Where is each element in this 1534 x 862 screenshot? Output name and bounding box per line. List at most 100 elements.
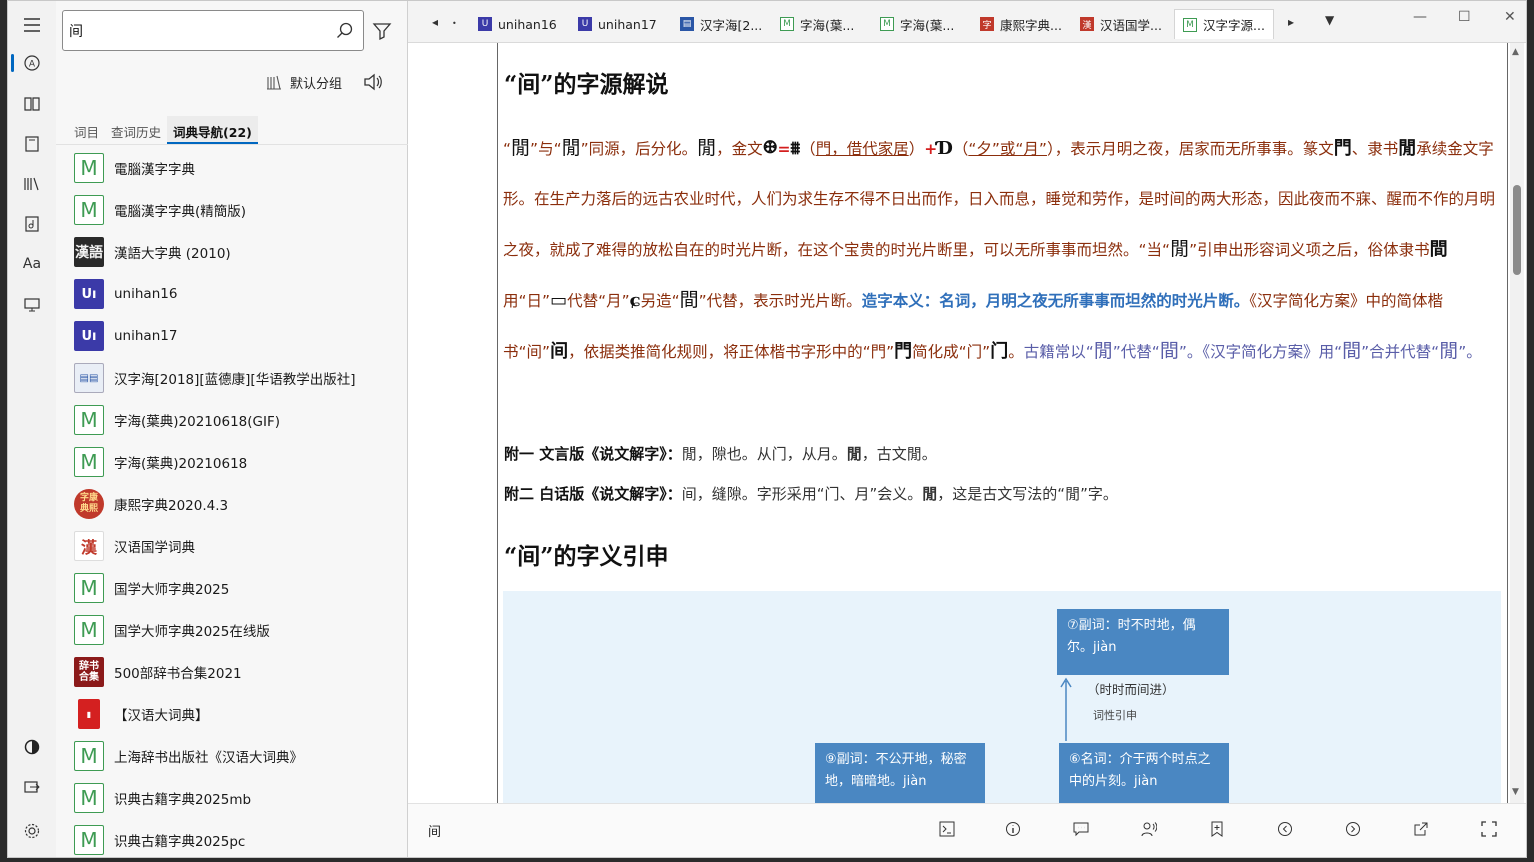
dict-list-item[interactable]: Uı unihan17	[56, 315, 408, 357]
dict-tab[interactable]: M 字海(葉...	[880, 9, 954, 39]
dict-tab[interactable]: Uunihan16	[478, 9, 557, 39]
dict-m-icon: M	[74, 447, 104, 477]
dict-name: 字海(葉典)20210618	[114, 456, 248, 472]
tab-label: 字海(葉...	[800, 17, 855, 33]
close-icon[interactable]: ✕	[1504, 9, 1516, 25]
open-external-icon[interactable]	[1410, 818, 1432, 840]
dict-m-icon: M	[74, 615, 104, 645]
diagram-node-6: ⑥名词：介于两个时点之中的片刻。jiàn	[1059, 743, 1229, 803]
dict-list-item[interactable]: Uı unihan16	[56, 273, 408, 315]
dict-list-item[interactable]: M 字海(葉典)20210618(GIF)	[56, 399, 408, 441]
dict-list-item[interactable]: ▮ 【汉语大词典】	[56, 693, 408, 735]
search-input[interactable]	[69, 19, 329, 43]
dict-list-item[interactable]: M 国学大师字典2025	[56, 567, 408, 609]
unihan-icon: Uı	[74, 321, 104, 351]
dict-list-item[interactable]: M 電腦漢字字典(精簡版)	[56, 189, 408, 231]
dict-list-item[interactable]: M 识典古籍字典2025mb	[56, 777, 408, 819]
search-icon[interactable]	[335, 21, 355, 41]
scroll-up-icon: ▲	[1512, 47, 1519, 57]
screen-capture-icon[interactable]	[16, 289, 48, 321]
dict-list-item[interactable]: ▤▤ 汉字海[2018][蓝德康][华语教学出版社]	[56, 357, 408, 399]
bottom-toolbar: 间	[408, 803, 1526, 857]
moon2-glyph-icon: ɕ	[629, 290, 641, 311]
dictionary-tabbar: ◂ • Uunihan16 Uunihan17 ▤ 汉字海[2... M 字海(葉... M…	[408, 1, 1526, 43]
lookup-icon[interactable]: A	[16, 47, 48, 79]
dict-name: 识典古籍字典2025pc	[114, 834, 246, 850]
unihan-icon: Uı	[74, 279, 104, 309]
previous-icon[interactable]	[1274, 818, 1296, 840]
dict-m-icon: M	[74, 825, 104, 855]
tab-label: 汉字字源...	[1203, 18, 1265, 33]
tab-label: unihan16	[498, 16, 557, 32]
read-aloud-icon[interactable]	[1138, 818, 1160, 840]
meaning-diagram: ⑦副词：时不时地，偶尔。jiàn （时时而间进） 词性引申 ⑨副词：不公开地，秘…	[503, 591, 1501, 803]
seal-glyph-icon: 門	[1333, 138, 1352, 159]
minimize-icon[interactable]: —	[1413, 9, 1427, 25]
men-glyph-icon: ⩩	[790, 138, 801, 159]
content-scrollbar[interactable]: ▲ ▼	[1510, 43, 1524, 803]
app-window: A Aa 间 默认分组 词目 查词历史 词典导航(22) M 電腦漢字字典 M …	[7, 0, 1527, 858]
dict-tab[interactable]: 字康熙字典...	[980, 9, 1062, 39]
dict-list-item[interactable]: M 上海辞书出版社《汉语大词典》	[56, 735, 408, 777]
dict-tab[interactable]: ▤ 汉字海[2...	[680, 9, 762, 39]
comment-icon[interactable]	[1070, 818, 1092, 840]
dict-name: 字海(葉典)20210618(GIF)	[114, 414, 280, 430]
library-icon[interactable]	[16, 168, 48, 200]
dict-name: 電腦漢字字典	[114, 162, 195, 178]
hamburger-menu-icon[interactable]	[16, 9, 48, 41]
entry-content: “间”的字源解说 “閒”与“閒”同源，后分化。閒，金文𐃏=⩩（門，借代家居）+Ɗ…	[408, 43, 1526, 803]
scrollbar-thumb[interactable]	[1513, 185, 1521, 275]
rail-active-indicator	[11, 54, 14, 72]
info-icon[interactable]	[1002, 818, 1024, 840]
jian-glyph-icon: 间	[550, 341, 569, 362]
maximize-icon[interactable]: ☐	[1458, 9, 1471, 25]
dict-list-item[interactable]: 漢汉语国学词典	[56, 525, 408, 567]
tab-label: unihan17	[598, 16, 657, 32]
dict-list-item[interactable]: M 電腦漢字字典	[56, 147, 408, 189]
notebook-icon[interactable]	[16, 128, 48, 160]
dict-tab[interactable]: M 字海(葉...	[780, 9, 854, 39]
console-icon[interactable]	[936, 818, 958, 840]
filter-icon[interactable]	[372, 21, 392, 41]
tab-scroll-left-icon[interactable]: ◂	[432, 15, 438, 29]
export-icon[interactable]	[16, 771, 48, 803]
tab-entries[interactable]: 词目	[68, 116, 105, 144]
dict-list-item[interactable]: 字康 典熙 康熙字典2020.4.3	[56, 483, 408, 525]
audio-file-icon[interactable]	[16, 208, 48, 240]
tab-overflow-dot-icon: •	[452, 19, 457, 28]
dict-list-item[interactable]: M 国学大师字典2025在线版	[56, 609, 408, 651]
dict-name: 国学大师字典2025	[114, 582, 230, 598]
tab-scroll-right-icon[interactable]: ▸	[1288, 15, 1294, 29]
book-open-icon[interactable]	[16, 88, 48, 120]
dict-name: 康熙字典2020.4.3	[114, 498, 229, 514]
dict-m-icon: M	[74, 741, 104, 771]
dict-name: 汉字海[2018][蓝德康][华语教学出版社]	[114, 372, 356, 388]
dict-list-item[interactable]: 漢語 漢語大字典 (2010)	[56, 231, 408, 273]
group-selector[interactable]: 默认分组	[266, 71, 342, 93]
section-heading-meaning: “间”的字义引申	[504, 543, 669, 570]
dict-list-item[interactable]: M 识典古籍字典2025pc	[56, 819, 408, 857]
appendix-vernacular: 附二 白话版《说文解字》：间，缝隙。字形采用“门、月”会义。閒，这是古文写法的“…	[504, 485, 1118, 503]
dict-m-icon: M	[74, 783, 104, 813]
tab-dict-icon: M	[880, 17, 894, 31]
sidebar-tabs: 词目 查词历史 词典导航(22)	[68, 116, 258, 144]
dict-tab[interactable]: M 汉字字源...	[1174, 9, 1274, 39]
dict-list-item[interactable]: 辞书 合集 500部辞书合集2021	[56, 651, 408, 693]
vulgar-glyph-icon: 間	[1429, 239, 1448, 260]
tab-label: 字海(葉...	[900, 17, 955, 33]
theme-contrast-icon[interactable]	[16, 731, 48, 763]
guoxue-icon: 漢	[74, 531, 104, 561]
bookmark-icon[interactable]	[1206, 818, 1228, 840]
speaker-icon[interactable]	[362, 71, 384, 93]
font-icon[interactable]: Aa	[16, 248, 48, 280]
settings-gear-icon[interactable]	[16, 815, 48, 847]
next-icon[interactable]	[1342, 818, 1364, 840]
dict-list-item[interactable]: M 字海(葉典)20210618	[56, 441, 408, 483]
dict-tab[interactable]: Uunihan17	[578, 9, 657, 39]
fullscreen-icon[interactable]	[1478, 818, 1500, 840]
tab-history[interactable]: 查词历史	[105, 116, 167, 144]
diagram-note-relation: 词性引申	[1093, 709, 1137, 722]
dict-tab[interactable]: 漢汉语国学...	[1080, 9, 1162, 39]
tab-dict-nav[interactable]: 词典导航(22)	[167, 116, 258, 144]
tab-list-dropdown-icon[interactable]: ▼	[1325, 13, 1334, 27]
